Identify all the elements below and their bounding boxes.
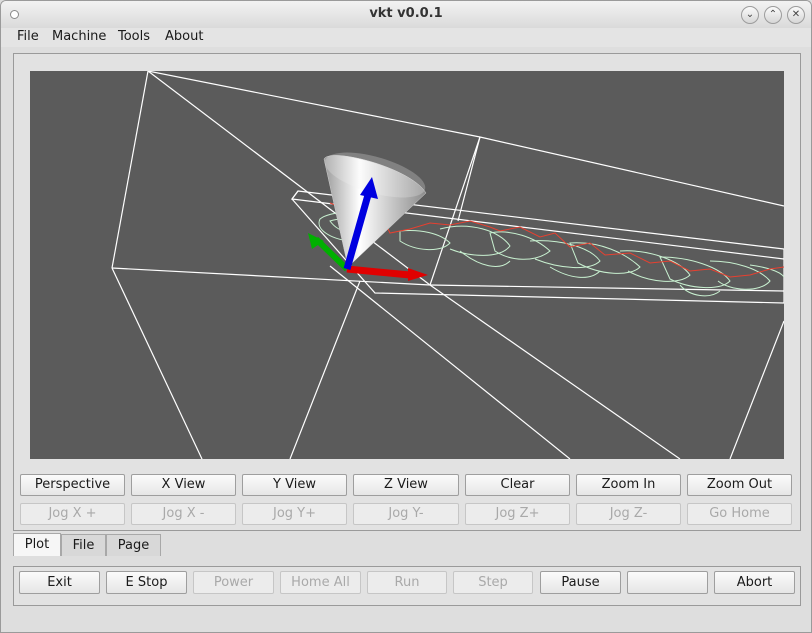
unlabeled-button[interactable] [627, 571, 708, 594]
exit-button[interactable]: Exit [19, 571, 100, 594]
z-view-button[interactable]: Z View [353, 474, 459, 496]
title-bar[interactable]: vkt v0.0.1 ⌄ ⌃ ✕ [1, 1, 811, 29]
perspective-button[interactable]: Perspective [20, 474, 125, 496]
plot-canvas [111, 71, 784, 459]
window-title: vkt v0.0.1 [369, 6, 443, 21]
jog-y-plus-button[interactable]: Jog Y+ [242, 503, 347, 525]
clear-button[interactable]: Clear [465, 474, 570, 496]
menu-machine[interactable]: Machine [52, 29, 106, 44]
jog-z-minus-button[interactable]: Jog Z- [576, 503, 681, 525]
jog-z-plus-button[interactable]: Jog Z+ [465, 503, 570, 525]
x-view-button[interactable]: X View [131, 474, 236, 496]
run-button[interactable]: Run [367, 571, 447, 594]
maximize-icon[interactable]: ⌃ [764, 6, 782, 24]
menu-tools[interactable]: Tools [118, 29, 150, 44]
zoom-out-button[interactable]: Zoom Out [687, 474, 792, 496]
y-view-button[interactable]: Y View [242, 474, 347, 496]
zoom-in-button[interactable]: Zoom In [576, 474, 681, 496]
tab-file[interactable]: File [61, 534, 106, 556]
power-button[interactable]: Power [193, 571, 274, 594]
jog-x-minus-button[interactable]: Jog X - [131, 503, 236, 525]
pause-button[interactable]: Pause [540, 571, 621, 594]
close-icon[interactable]: ✕ [787, 6, 805, 24]
menu-about[interactable]: About [165, 29, 203, 44]
abort-button[interactable]: Abort [714, 571, 795, 594]
menu-bar: File Machine Tools About [1, 28, 811, 47]
go-home-button[interactable]: Go Home [687, 503, 792, 525]
work-envelope-wireframe [111, 71, 784, 459]
tool-cone [323, 152, 427, 268]
jog-x-plus-button[interactable]: Jog X + [20, 503, 125, 525]
jog-y-minus-button[interactable]: Jog Y- [353, 503, 459, 525]
minimize-icon[interactable]: ⌄ [741, 6, 759, 24]
app-window: vkt v0.0.1 ⌄ ⌃ ✕ File Machine Tools Abou… [0, 0, 812, 633]
tab-page[interactable]: Page [106, 534, 161, 556]
tab-plot[interactable]: Plot [13, 533, 61, 556]
e-stop-button[interactable]: E Stop [106, 571, 187, 594]
menu-file[interactable]: File [17, 29, 39, 44]
step-button[interactable]: Step [453, 571, 533, 594]
home-all-button[interactable]: Home All [280, 571, 361, 594]
3d-plot-viewport[interactable] [30, 71, 784, 459]
